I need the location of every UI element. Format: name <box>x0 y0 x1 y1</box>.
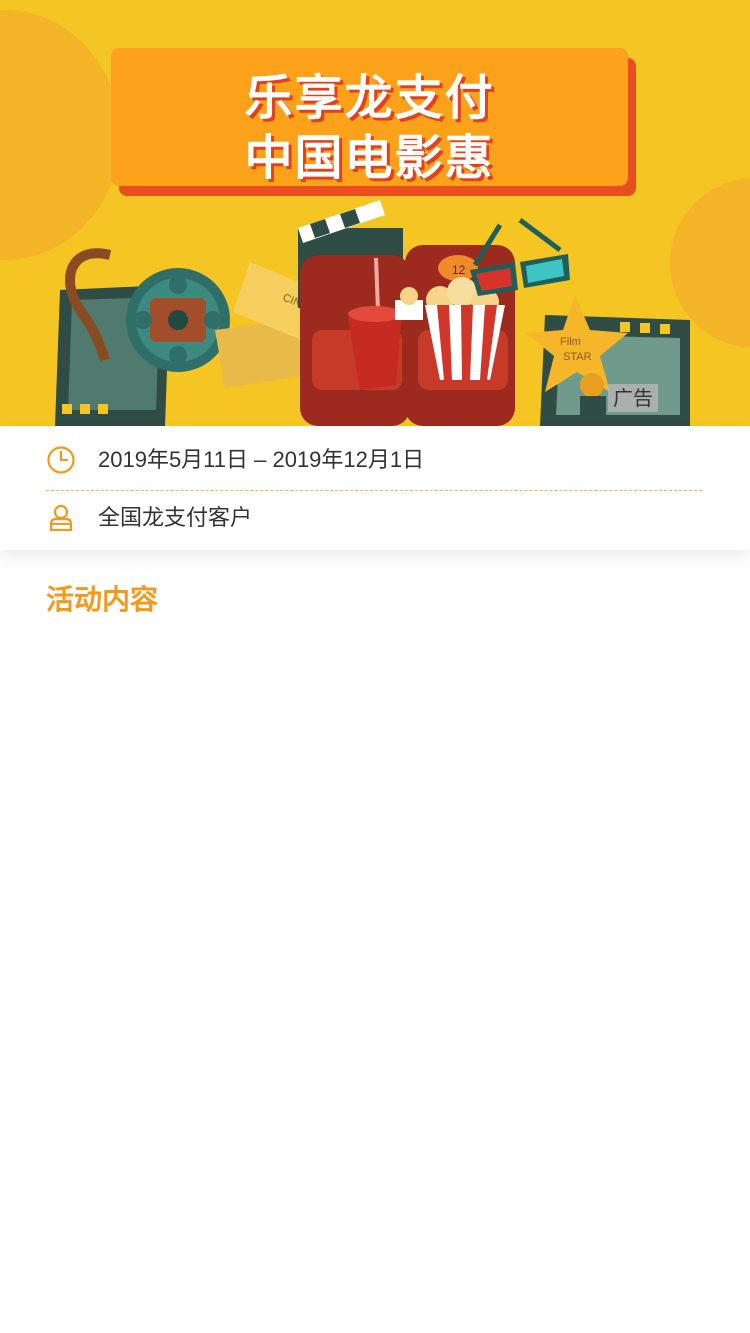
promo-info-card: 2019年5月11日 – 2019年12月1日 全国龙支付客户 <box>0 426 750 550</box>
section-title-activity-content: 活动内容 <box>46 583 159 616</box>
ad-badge: 广告 <box>608 384 658 412</box>
user-icon <box>49 504 73 532</box>
star-label-star: STAR <box>563 351 592 363</box>
promo-banner[interactable]: CINEMA TICKET 12 <box>0 0 750 426</box>
seat-number-label: 12 <box>452 263 466 277</box>
date-range-text: 2019年5月11日 – 2019年12月1日 <box>98 447 425 472</box>
star-label-film: Film <box>560 336 581 348</box>
audience-row: 全国龙支付客户 <box>46 488 702 548</box>
audience-text: 全国龙支付客户 <box>98 505 253 530</box>
date-range-row: 2019年5月11日 – 2019年12月1日 <box>46 430 702 491</box>
banner-title-line2: 中国电影惠 <box>244 130 495 186</box>
clock-icon <box>47 446 75 474</box>
film-reel-icon <box>126 268 230 372</box>
banner-title-box: 乐享龙支付 中国电影惠 <box>111 48 628 186</box>
